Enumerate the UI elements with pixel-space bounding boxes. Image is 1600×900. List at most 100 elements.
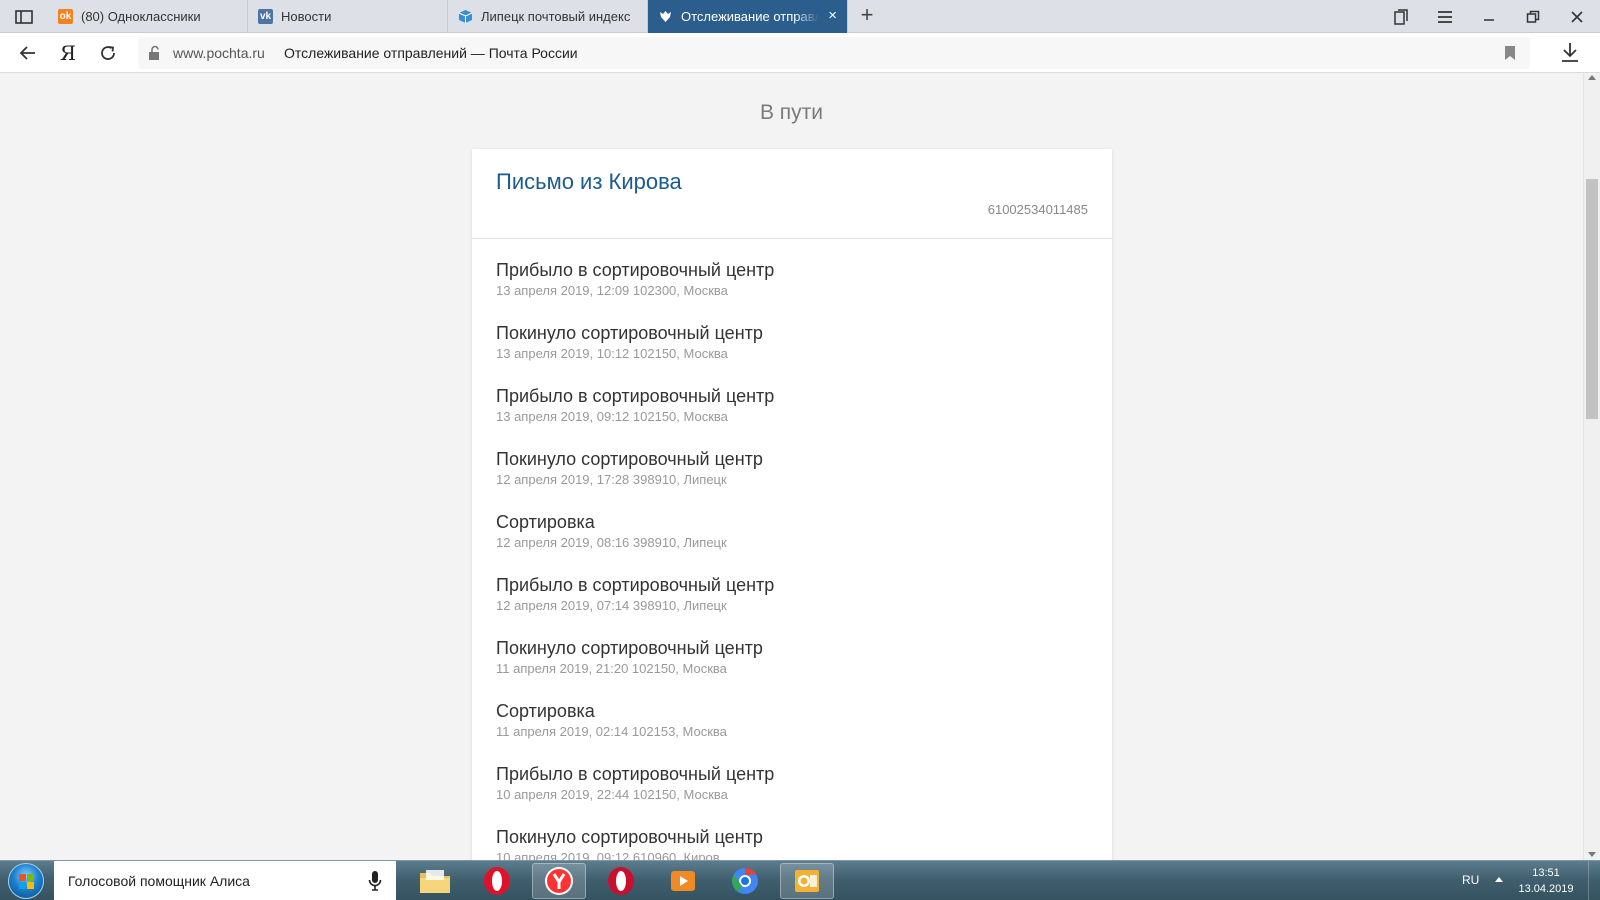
media-player-icon — [671, 871, 695, 891]
sidebar-icon — [15, 10, 33, 24]
event-title: Сортировка — [496, 512, 595, 532]
windows-logo-icon — [19, 874, 34, 889]
opera-icon — [484, 867, 510, 895]
microphone-icon[interactable] — [368, 870, 382, 892]
taskbar: Голосовой помощник Алиса RU 13:51 13.04.… — [0, 860, 1600, 900]
event-meta: 13 апреля 2019, 12:09 102300, Москва — [496, 283, 728, 298]
vk-icon: vk — [258, 9, 273, 24]
event-meta: 11 апреля 2019, 21:20 102150, Москва — [496, 661, 727, 676]
reload-icon — [101, 46, 115, 60]
opera-icon — [608, 867, 634, 895]
event-title: Покинуло сортировочный центр — [496, 827, 763, 847]
url-page-title: Отслеживание отправлений — Почта России — [284, 45, 578, 61]
event-title: Покинуло сортировочный центр — [496, 449, 763, 469]
system-clock[interactable]: 13:51 13.04.2019 — [1516, 865, 1576, 897]
close-tab-icon[interactable]: × — [828, 8, 837, 24]
navigation-bar: Я www.pochta.ru Отслеживание отправлений… — [0, 33, 1600, 73]
scrollbar-thumb[interactable] — [1586, 179, 1598, 419]
history-event: Сортировка 12 апреля 2019, 08:16 398910,… — [496, 511, 1096, 574]
file-explorer-icon — [420, 870, 450, 893]
event-title: Сортировка — [496, 701, 595, 721]
sidebar-toggle-button[interactable] — [10, 6, 38, 28]
scroll-up-icon[interactable] — [1588, 75, 1596, 80]
tray-expand-icon[interactable] — [1495, 877, 1503, 882]
tracking-number: 61002534011485 — [987, 202, 1088, 217]
card-header: Письмо из Кирова 61002534011485 — [472, 149, 1112, 239]
tab-label: Новости — [281, 9, 332, 24]
back-button[interactable] — [15, 41, 41, 65]
taskbar-media-player[interactable] — [656, 863, 710, 899]
taskbar-yandex-browser[interactable] — [532, 863, 586, 899]
lock-icon[interactable] — [146, 45, 164, 61]
collections-button[interactable] — [1388, 5, 1414, 29]
pochta-eagle-icon — [658, 9, 673, 24]
odnoklassniki-icon: ok — [58, 9, 73, 24]
restore-button[interactable] — [1520, 5, 1546, 29]
menu-button[interactable] — [1432, 5, 1458, 29]
tab-tracking[interactable]: Отслеживание отправлений × — [648, 0, 848, 33]
taskbar-outlook[interactable] — [780, 863, 834, 899]
taskbar-opera-2[interactable] — [594, 863, 648, 899]
reload-button[interactable] — [95, 41, 121, 65]
bookmark-icon[interactable] — [1504, 45, 1516, 61]
new-tab-button[interactable]: + — [855, 4, 879, 28]
taskbar-file-explorer[interactable] — [408, 863, 462, 899]
download-icon — [1562, 43, 1578, 62]
event-title: Покинуло сортировочный центр — [496, 323, 763, 343]
tracking-history: Прибыло в сортировочный центр 13 апреля … — [496, 259, 1096, 860]
downloads-button[interactable] — [1560, 41, 1586, 65]
tab-strip: ok (80) Одноклассники vk Новости Липецк … — [0, 0, 1600, 33]
yandex-logo-icon: Я — [59, 41, 77, 65]
scroll-down-icon[interactable] — [1588, 852, 1596, 857]
address-bar[interactable]: www.pochta.ru Отслеживание отправлений —… — [138, 37, 1530, 69]
history-event: Прибыло в сортировочный центр 10 апреля … — [496, 763, 1096, 826]
shipment-title: Письмо из Кирова — [496, 169, 682, 194]
start-button[interactable] — [8, 863, 44, 899]
minimize-icon — [1484, 19, 1494, 21]
taskbar-chrome[interactable] — [718, 863, 772, 899]
event-meta: 11 апреля 2019, 02:14 102153, Москва — [496, 724, 727, 739]
history-event: Покинуло сортировочный центр 11 апреля 2… — [496, 637, 1096, 700]
history-event: Прибыло в сортировочный центр 12 апреля … — [496, 574, 1096, 637]
event-meta: 12 апреля 2019, 08:16 398910, Липецк — [496, 535, 727, 550]
history-event: Сортировка 11 апреля 2019, 02:14 102153,… — [496, 700, 1096, 763]
outlook-icon — [795, 870, 819, 892]
event-title: Прибыло в сортировочный центр — [496, 764, 775, 784]
event-title: Покинуло сортировочный центр — [496, 638, 763, 658]
tracking-card: Письмо из Кирова 61002534011485 Прибыло … — [472, 149, 1112, 860]
hamburger-icon — [1438, 11, 1452, 23]
history-event: Прибыло в сортировочный центр 13 апреля … — [496, 259, 1096, 322]
minimize-button[interactable] — [1476, 5, 1502, 29]
url-domain: www.pochta.ru — [173, 45, 265, 61]
alice-voice-assistant[interactable]: Голосовой помощник Алиса — [54, 861, 396, 900]
clock-date: 13.04.2019 — [1518, 883, 1574, 895]
event-title: Прибыло в сортировочный центр — [496, 575, 775, 595]
event-meta: 12 апреля 2019, 07:14 398910, Липецк — [496, 598, 727, 613]
status-heading: В пути — [759, 101, 824, 124]
history-event: Покинуло сортировочный центр 12 апреля 2… — [496, 448, 1096, 511]
show-desktop-button[interactable] — [1588, 861, 1600, 900]
restore-icon — [1526, 10, 1540, 23]
tab-label: Липецк почтовый индекс — [481, 9, 631, 24]
history-event: Прибыло в сортировочный центр 13 апреля … — [496, 385, 1096, 448]
event-title: Прибыло в сортировочный центр — [496, 260, 775, 280]
tab-odnoklassniki[interactable]: ok (80) Одноклассники — [48, 0, 248, 33]
page-content: В пути Письмо из Кирова 61002534011485 П… — [0, 73, 1583, 860]
assistant-label: Голосовой помощник Алиса — [68, 873, 250, 889]
close-icon — [1571, 11, 1583, 23]
tab-lipetsk-postal[interactable]: Липецк почтовый индекс — [448, 0, 648, 33]
event-meta: 13 апреля 2019, 10:12 102150, Москва — [496, 346, 728, 361]
history-event: Покинуло сортировочный центр 10 апреля 2… — [496, 826, 1096, 860]
event-meta: 10 апреля 2019, 22:44 102150, Москва — [496, 787, 728, 802]
tab-vk-news[interactable]: vk Новости — [248, 0, 448, 33]
close-window-button[interactable] — [1564, 5, 1590, 29]
history-event: Покинуло сортировочный центр 13 апреля 2… — [496, 322, 1096, 385]
yandex-logo-button[interactable]: Я — [55, 41, 81, 65]
yandex-browser-icon — [545, 867, 573, 895]
page-scrollbar[interactable] — [1583, 73, 1600, 860]
tab-label: Отслеживание отправлений — [681, 9, 819, 24]
event-title: Прибыло в сортировочный центр — [496, 386, 775, 406]
language-indicator[interactable]: RU — [1462, 873, 1479, 887]
bookmark-collection-icon — [1394, 9, 1408, 25]
taskbar-opera[interactable] — [470, 863, 524, 899]
